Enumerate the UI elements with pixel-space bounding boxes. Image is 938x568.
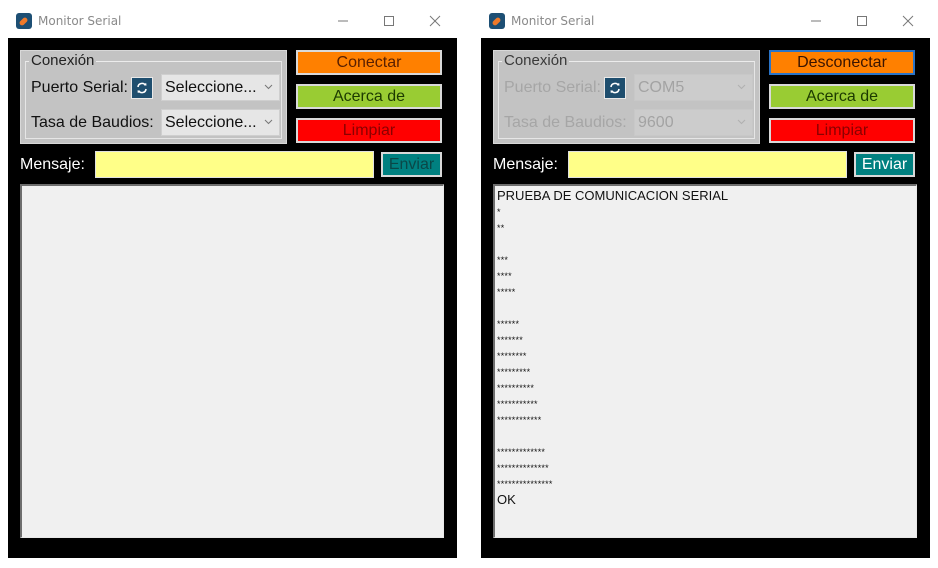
maximize-icon — [857, 16, 867, 26]
close-icon — [429, 15, 441, 27]
output-line: ******* — [497, 335, 523, 345]
maximize-button[interactable] — [374, 8, 404, 34]
title-bar[interactable]: Monitor Serial — [481, 0, 930, 38]
baud-select: 9600 — [634, 109, 753, 136]
title-bar[interactable]: Monitor Serial — [8, 0, 457, 38]
port-select[interactable]: Seleccione... — [161, 74, 280, 101]
message-input[interactable] — [568, 151, 847, 178]
connect-button[interactable]: Conectar — [296, 50, 442, 75]
output-line: * — [497, 207, 501, 217]
port-select-value: Seleccione... — [165, 79, 257, 96]
chevron-down-icon — [264, 84, 273, 90]
baud-select[interactable]: Seleccione... — [161, 109, 280, 136]
connection-group: Conexión Puerto Serial: COM5 Tasa de Bau… — [493, 50, 760, 144]
maximize-button[interactable] — [847, 8, 877, 34]
window-title: Monitor Serial — [38, 14, 122, 28]
output-line: ************* — [497, 447, 546, 457]
chevron-down-icon — [737, 84, 746, 90]
connection-legend: Conexión — [29, 52, 97, 69]
baud-label: Tasa de Baudios: — [31, 114, 154, 131]
chevron-down-icon — [264, 119, 273, 125]
chevron-down-icon — [737, 119, 746, 125]
output-line: OK — [497, 492, 516, 507]
about-button[interactable]: Acerca de — [769, 84, 915, 109]
output-line: ****** — [497, 319, 520, 329]
client-area: Conexión Puerto Serial: COM5 Tasa de Bau… — [481, 38, 930, 558]
minimize-icon — [811, 20, 821, 22]
refresh-ports-button[interactable] — [604, 77, 626, 99]
serial-output[interactable] — [20, 184, 444, 538]
baud-select-value: Seleccione... — [165, 114, 257, 131]
port-label: Puerto Serial: — [31, 79, 128, 96]
monitor-window-disconnected: Monitor Serial Conexión Puerto Serial: S… — [8, 0, 457, 558]
serial-output[interactable]: PRUEBA DE COMUNICACION SERIAL * ** *** **** *… — [493, 184, 917, 538]
app-icon — [16, 13, 32, 29]
output-line: **** — [497, 271, 512, 281]
clear-button[interactable]: Limpiar — [769, 118, 915, 143]
output-line: *************** — [497, 479, 553, 489]
about-button[interactable]: Acerca de — [296, 84, 442, 109]
output-line: ************ — [497, 415, 542, 425]
minimize-button[interactable] — [801, 8, 831, 34]
output-line: ************** — [497, 463, 549, 473]
port-select: COM5 — [634, 74, 753, 101]
port-label: Puerto Serial: — [504, 79, 601, 96]
output-line: *********** — [497, 399, 538, 409]
disconnect-button[interactable]: Desconectar — [769, 50, 915, 75]
close-button[interactable] — [893, 8, 923, 34]
message-label: Mensaje: — [493, 156, 558, 173]
monitor-window-connected: Monitor Serial Conexión Puerto Serial: C… — [481, 0, 930, 558]
connection-group: Conexión Puerto Serial: Seleccione... Ta… — [20, 50, 287, 144]
send-button[interactable]: Enviar — [381, 152, 442, 177]
baud-label: Tasa de Baudios: — [504, 114, 627, 131]
output-line: ********* — [497, 367, 531, 377]
output-line: *** — [497, 255, 509, 265]
close-icon — [902, 15, 914, 27]
output-line: PRUEBA DE COMUNICACION SERIAL — [497, 188, 729, 203]
refresh-icon — [137, 82, 147, 94]
client-area: Conexión Puerto Serial: Seleccione... Ta… — [8, 38, 457, 558]
port-select-value: COM5 — [638, 79, 685, 96]
clear-button[interactable]: Limpiar — [296, 118, 442, 143]
refresh-icon — [610, 82, 620, 94]
output-line: ******** — [497, 351, 527, 361]
minimize-button[interactable] — [328, 8, 358, 34]
minimize-icon — [338, 20, 348, 22]
refresh-ports-button[interactable] — [131, 77, 153, 99]
app-icon — [489, 13, 505, 29]
output-line: ********** — [497, 383, 535, 393]
close-button[interactable] — [420, 8, 450, 34]
output-line: ***** — [497, 287, 516, 297]
window-title: Monitor Serial — [511, 14, 595, 28]
send-button[interactable]: Enviar — [854, 152, 915, 177]
baud-select-value: 9600 — [638, 114, 674, 131]
connection-legend: Conexión — [502, 52, 570, 69]
message-label: Mensaje: — [20, 156, 85, 173]
output-line: ** — [497, 223, 505, 233]
maximize-icon — [384, 16, 394, 26]
message-input[interactable] — [95, 151, 374, 178]
